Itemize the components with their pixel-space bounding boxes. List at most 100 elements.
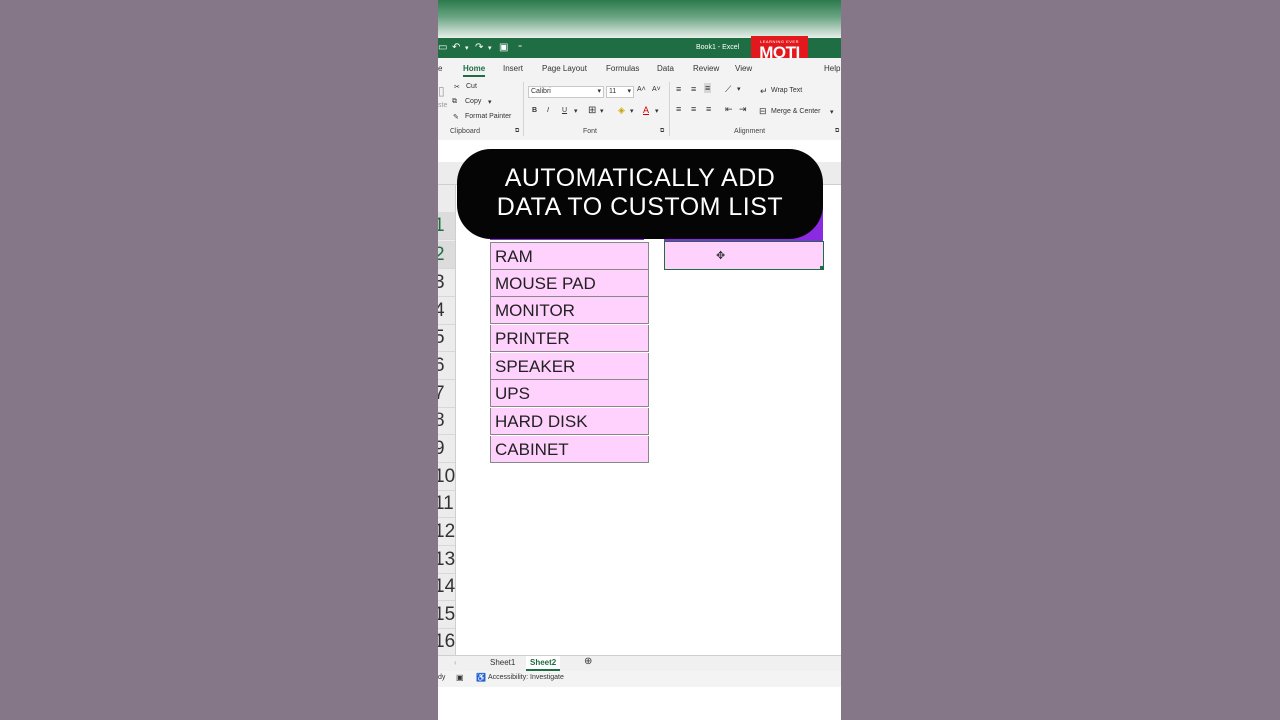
list-item[interactable]: PRINTER xyxy=(490,325,649,352)
row-headers: 1 2 3 4 5 6 7 8 9 10 11 12 13 14 15 16 xyxy=(438,185,456,656)
chevron-down-icon[interactable]: ▾ xyxy=(465,44,469,52)
align-right-icon[interactable]: ≡ xyxy=(706,104,711,114)
copy-button[interactable]: Copy xyxy=(465,98,481,105)
chevron-down-icon: ▾ xyxy=(627,88,631,95)
align-middle-icon[interactable]: ≡ xyxy=(691,84,696,94)
row-header[interactable]: 9 xyxy=(438,435,455,463)
row-header[interactable]: 10 xyxy=(438,463,455,491)
customize-icon[interactable]: ⁼ xyxy=(518,43,522,52)
form-icon[interactable]: ▣ xyxy=(499,42,508,53)
copy-icon[interactable]: ⧉ xyxy=(452,98,457,106)
font-name-select[interactable]: Calibri ▾ xyxy=(528,86,604,98)
decrease-indent-icon[interactable]: ⇤ xyxy=(725,104,733,115)
list-item[interactable]: MOUSE PAD xyxy=(490,270,649,297)
row-header[interactable]: 13 xyxy=(438,546,455,574)
chevron-down-icon: ▾ xyxy=(597,88,601,95)
underline-button[interactable]: U xyxy=(562,107,567,114)
align-center-icon[interactable]: ≡ xyxy=(691,104,696,114)
alignment-group-label: Alignment xyxy=(734,128,766,135)
format-painter-button[interactable]: Format Painter xyxy=(465,113,511,120)
dialog-launcher-icon[interactable]: ⧉ xyxy=(660,128,664,135)
accessibility-status[interactable]: Accessibility: Investigate xyxy=(488,674,564,681)
paste-label[interactable]: ste xyxy=(438,102,447,109)
decrease-font-icon[interactable]: A˅ xyxy=(652,86,661,93)
tab-data[interactable]: Data xyxy=(657,64,674,73)
tab-file[interactable]: e xyxy=(438,64,442,73)
row-header[interactable]: 14 xyxy=(438,573,455,601)
list-item[interactable]: RAM xyxy=(490,242,649,270)
chevron-down-icon[interactable]: ▾ xyxy=(830,108,834,116)
italic-button[interactable]: I xyxy=(547,107,549,114)
orientation-icon[interactable]: ⟋ xyxy=(725,84,731,95)
row-header[interactable]: 12 xyxy=(438,518,455,546)
tab-page-layout[interactable]: Page Layout xyxy=(542,64,587,73)
add-sheet-icon[interactable]: ⊕ xyxy=(584,656,592,667)
row-header[interactable]: 16 xyxy=(438,628,455,656)
merge-center-button[interactable]: Merge & Center xyxy=(771,108,820,115)
save-icon[interactable]: ▭ xyxy=(438,42,447,53)
list-item[interactable]: HARD DISK xyxy=(490,408,649,435)
row-header[interactable]: 7 xyxy=(438,380,455,408)
cut-button[interactable]: Cut xyxy=(466,83,477,90)
undo-icon[interactable]: ↶ xyxy=(452,42,460,53)
font-name-value: Calibri xyxy=(531,88,551,95)
chevron-down-icon[interactable]: ▾ xyxy=(630,107,634,115)
list-item[interactable]: UPS xyxy=(490,380,649,407)
tab-insert[interactable]: Insert xyxy=(503,64,523,73)
wrap-text-button[interactable]: Wrap Text xyxy=(771,87,802,94)
increase-indent-icon[interactable]: ⇥ xyxy=(739,104,747,115)
row-header[interactable]: 15 xyxy=(438,601,455,629)
wrap-text-icon[interactable]: ↵ xyxy=(760,86,768,97)
row-header[interactable]: 11 xyxy=(438,490,455,518)
row-header[interactable]: 8 xyxy=(438,407,455,435)
row-header[interactable]: 4 xyxy=(438,297,455,325)
tab-view[interactable]: View xyxy=(735,64,752,73)
accessibility-icon[interactable]: ♿ xyxy=(476,673,486,682)
sheet-tab-sheet2[interactable]: Sheet2 xyxy=(526,656,561,671)
chevron-down-icon[interactable]: ▾ xyxy=(488,98,492,106)
tab-home[interactable]: Home xyxy=(463,64,486,77)
paste-icon[interactable]: ▯ xyxy=(438,84,445,98)
sheet-prev-icon[interactable]: ‹ xyxy=(454,658,457,667)
align-bottom-icon[interactable]: ≡ xyxy=(704,83,712,93)
borders-icon[interactable]: ⊞ xyxy=(588,105,596,116)
tab-help[interactable]: Help xyxy=(824,64,840,73)
cut-icon[interactable]: ✂ xyxy=(454,83,460,91)
active-cell[interactable] xyxy=(664,241,824,270)
row-header[interactable]: 2 xyxy=(438,241,455,269)
align-top-icon[interactable]: ≡ xyxy=(676,84,681,94)
tab-formulas[interactable]: Formulas xyxy=(606,64,639,73)
sheet-tabs: ‹ Sheet1 Sheet2 ⊕ xyxy=(438,655,841,671)
format-painter-icon[interactable]: ✎ xyxy=(453,113,459,121)
chevron-down-icon[interactable]: ▾ xyxy=(574,107,578,115)
list-item[interactable]: SPEAKER xyxy=(490,353,649,380)
dialog-launcher-icon[interactable]: ⧉ xyxy=(515,128,519,135)
merge-icon[interactable]: ⊟ xyxy=(759,106,767,117)
tab-review[interactable]: Review xyxy=(693,64,719,73)
row-header[interactable]: 1 xyxy=(438,212,455,240)
row-header[interactable]: 3 xyxy=(438,269,455,297)
fill-handle[interactable] xyxy=(820,266,824,270)
fill-color-icon[interactable]: ◈ xyxy=(618,105,625,116)
row-header[interactable]: 6 xyxy=(438,352,455,380)
font-size-select[interactable]: 11 ▾ xyxy=(606,86,634,98)
row-header[interactable]: 5 xyxy=(438,324,455,352)
font-size-value: 11 xyxy=(609,88,617,95)
font-color-icon[interactable]: A xyxy=(643,105,649,115)
document-title: Book1 - Excel xyxy=(696,44,740,51)
phone-frame: ▭ ↶ ▾ ↷ ▾ ▣ ⁼ Book1 - Excel LEARNING EVE… xyxy=(438,0,841,720)
chevron-down-icon[interactable]: ▾ xyxy=(488,44,492,52)
dialog-launcher-icon[interactable]: ⧉ xyxy=(835,128,839,135)
increase-font-icon[interactable]: A˄ xyxy=(637,86,646,93)
list-item[interactable]: MONITOR xyxy=(490,297,649,324)
macro-record-icon[interactable]: ▣ xyxy=(456,673,464,682)
bold-button[interactable]: B xyxy=(532,107,537,114)
redo-icon[interactable]: ↷ xyxy=(475,42,483,53)
list-item[interactable]: CABINET xyxy=(490,436,649,463)
divider xyxy=(669,82,670,136)
align-left-icon[interactable]: ≡ xyxy=(676,104,681,114)
sheet-tab-sheet1[interactable]: Sheet1 xyxy=(490,658,515,667)
chevron-down-icon[interactable]: ▾ xyxy=(737,85,741,93)
chevron-down-icon[interactable]: ▾ xyxy=(600,107,604,115)
chevron-down-icon[interactable]: ▾ xyxy=(655,107,659,115)
